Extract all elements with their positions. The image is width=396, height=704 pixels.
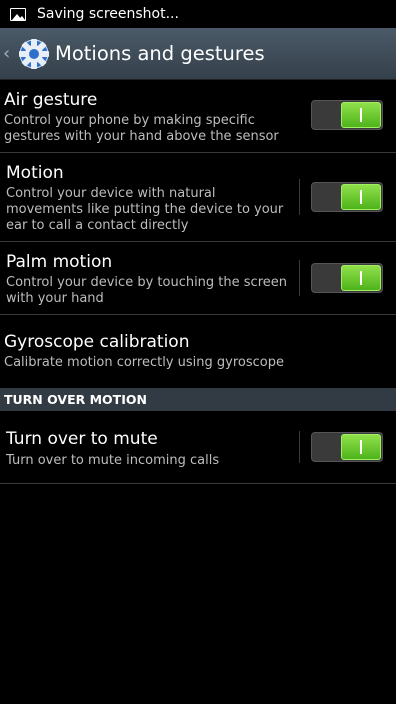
row-divider [299,260,300,296]
settings-gear-icon[interactable] [17,37,51,71]
image-icon [10,7,26,21]
setting-row-turn-over-to-mute[interactable]: Turn over to mute Turn over to mute inco… [0,411,396,484]
toggle-thumb [341,184,381,210]
status-notification-text: Saving screenshot... [37,6,179,22]
row-divider [299,431,300,463]
palm-motion-toggle[interactable] [311,263,383,293]
toggle-thumb [341,434,381,460]
row-divider [299,179,300,215]
section-header: TURN OVER MOTION [0,388,396,411]
setting-title: Motion [6,163,64,183]
setting-title: Palm motion [6,252,113,272]
action-bar: ‹ Motions and gestures [0,28,396,80]
page-title: Motions and gestures [55,42,265,65]
setting-description: Control your phone by making specific ge… [4,113,279,144]
setting-description: Turn over to mute incoming calls [6,453,220,468]
back-chevron-icon[interactable]: ‹ [3,43,17,64]
turn-over-to-mute-toggle[interactable] [311,432,383,462]
status-bar: Saving screenshot... [0,0,396,28]
setting-description: Control your device by touching the scre… [6,275,287,306]
setting-title: Air gesture [4,90,98,110]
toggle-thumb [341,102,381,128]
setting-row-palm-motion[interactable]: Palm motion Control your device by touch… [0,242,396,315]
setting-description: Control your device with natural movemen… [6,186,284,233]
toggle-thumb [341,265,381,291]
setting-title: Turn over to mute [6,429,158,449]
setting-row-motion[interactable]: Motion Control your device with natural … [0,153,396,242]
motion-toggle[interactable] [311,182,383,212]
setting-description: Calibrate motion correctly using gyrosco… [4,355,284,370]
setting-title: Gyroscope calibration [4,332,190,352]
settings-screen: Saving screenshot... ‹ Motions and gestu… [0,0,396,704]
air-gesture-toggle[interactable] [311,100,383,130]
setting-row-gyroscope-calibration[interactable]: Gyroscope calibration Calibrate motion c… [0,315,396,388]
setting-row-air-gesture[interactable]: Air gesture Control your phone by making… [0,80,396,153]
